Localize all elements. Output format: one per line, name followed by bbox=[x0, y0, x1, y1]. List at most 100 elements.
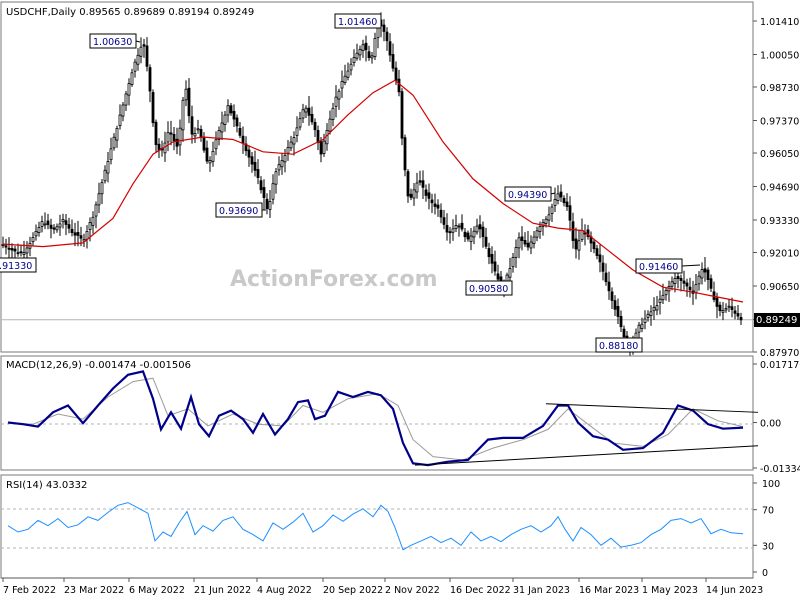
candle-body bbox=[265, 198, 269, 209]
candle-body bbox=[478, 224, 482, 230]
candle-body bbox=[16, 252, 20, 255]
candle-body bbox=[529, 241, 533, 249]
macd-title: MACD(12,26,9) -0.001474 -0.001506 bbox=[6, 360, 191, 371]
candle-body bbox=[466, 232, 470, 240]
candle-body bbox=[424, 189, 428, 196]
candle-body bbox=[646, 313, 650, 318]
candle-body bbox=[25, 247, 29, 254]
candle-body bbox=[22, 252, 26, 255]
candle-body bbox=[325, 129, 329, 145]
candle-body bbox=[373, 38, 377, 57]
x-tick-label: 6 May 2022 bbox=[129, 585, 185, 596]
candle-body bbox=[64, 220, 68, 225]
candle-body bbox=[151, 92, 155, 124]
candle-body bbox=[391, 54, 395, 69]
candle-body bbox=[442, 217, 446, 225]
candle-body bbox=[622, 328, 626, 338]
candle-body bbox=[181, 99, 185, 131]
candle-body bbox=[169, 132, 173, 135]
candle-body bbox=[388, 41, 392, 56]
candle-body bbox=[238, 127, 242, 136]
candle-body bbox=[526, 242, 530, 248]
candle-body bbox=[409, 193, 413, 198]
chart-header: USDCHF,Daily 0.89565 0.89689 0.89194 0.8… bbox=[6, 7, 254, 18]
candle-body bbox=[595, 248, 599, 256]
candle-body bbox=[4, 245, 8, 248]
candle-body bbox=[619, 316, 623, 328]
candle-body bbox=[679, 277, 683, 281]
candle-body bbox=[367, 51, 371, 58]
candle-body bbox=[451, 228, 455, 233]
candle-body bbox=[67, 224, 71, 229]
candle-body bbox=[640, 323, 644, 329]
candle-body bbox=[718, 304, 722, 312]
candle-body bbox=[247, 149, 251, 158]
candle-body bbox=[370, 55, 374, 59]
x-tick-label: 1 May 2023 bbox=[642, 585, 698, 596]
candle-body bbox=[346, 70, 350, 78]
price-tick-label: 0.97370 bbox=[760, 116, 799, 127]
candle-body bbox=[127, 83, 131, 96]
candle-body bbox=[412, 189, 416, 199]
candle-body bbox=[121, 104, 125, 117]
x-tick-label: 21 Jun 2022 bbox=[194, 585, 251, 596]
candle-body bbox=[103, 169, 107, 182]
candle-body bbox=[721, 310, 725, 313]
candle-body bbox=[637, 324, 641, 333]
candle-body bbox=[220, 122, 224, 133]
candle-body bbox=[736, 313, 740, 317]
candle-body bbox=[607, 281, 611, 292]
candle-body bbox=[400, 91, 404, 139]
candle-body bbox=[250, 156, 254, 165]
candle-body bbox=[610, 291, 614, 301]
price-tick-label: 0.98730 bbox=[760, 83, 799, 94]
candle-body bbox=[196, 128, 200, 131]
candle-body bbox=[430, 199, 434, 204]
candle-body bbox=[34, 230, 38, 237]
candle-body bbox=[658, 298, 662, 303]
candle-body bbox=[700, 269, 704, 279]
candle-body bbox=[310, 113, 314, 123]
candle-body bbox=[154, 121, 158, 145]
macd-tick-label: 0.00 bbox=[760, 419, 781, 430]
candle-body bbox=[715, 297, 719, 307]
x-tick-label: 7 Feb 2022 bbox=[3, 585, 56, 596]
annotation-label: 1.01460 bbox=[338, 17, 377, 28]
macd-tick-label: 0.017176 bbox=[760, 360, 800, 371]
candle-body bbox=[511, 257, 515, 268]
candle-body bbox=[193, 132, 197, 137]
candle-body bbox=[118, 114, 122, 127]
usdchf-chart: 1.01410 1.00050 0.98730 0.97370 0.96050 0.946… bbox=[0, 0, 800, 600]
candle-body bbox=[148, 67, 152, 92]
annotation-label: 0.94390 bbox=[508, 190, 547, 201]
macd-tick-label: -0.01334 bbox=[760, 464, 800, 475]
candle-body bbox=[448, 231, 452, 234]
rsi-title: RSI(14) 43.0332 bbox=[6, 480, 87, 491]
candle-body bbox=[301, 109, 305, 119]
candle-body bbox=[259, 180, 263, 191]
candle-body bbox=[538, 226, 542, 232]
rsi-tick-label: 30 bbox=[762, 541, 774, 552]
candle-body bbox=[520, 236, 524, 241]
candle-body bbox=[58, 223, 62, 228]
candle-body bbox=[463, 231, 467, 238]
candle-body bbox=[274, 171, 278, 185]
candle-body bbox=[556, 193, 560, 201]
candle-body bbox=[664, 290, 668, 296]
x-tick-label: 2 Nov 2022 bbox=[385, 585, 440, 596]
annotation-label: 0.90580 bbox=[469, 284, 508, 295]
candle-body bbox=[559, 191, 563, 198]
candle-body bbox=[79, 235, 83, 239]
candle-body bbox=[532, 236, 536, 244]
candle-body bbox=[178, 127, 182, 146]
candle-body bbox=[223, 114, 227, 125]
candle-body bbox=[166, 132, 170, 143]
candle-body bbox=[457, 225, 461, 228]
x-tick-label: 20 Sep 2022 bbox=[323, 585, 383, 596]
candle-body bbox=[394, 67, 398, 81]
candle-body bbox=[361, 44, 365, 51]
candle-body bbox=[124, 93, 128, 106]
candle-body bbox=[100, 182, 104, 195]
candle-body bbox=[460, 222, 464, 230]
candle-body bbox=[358, 48, 362, 56]
